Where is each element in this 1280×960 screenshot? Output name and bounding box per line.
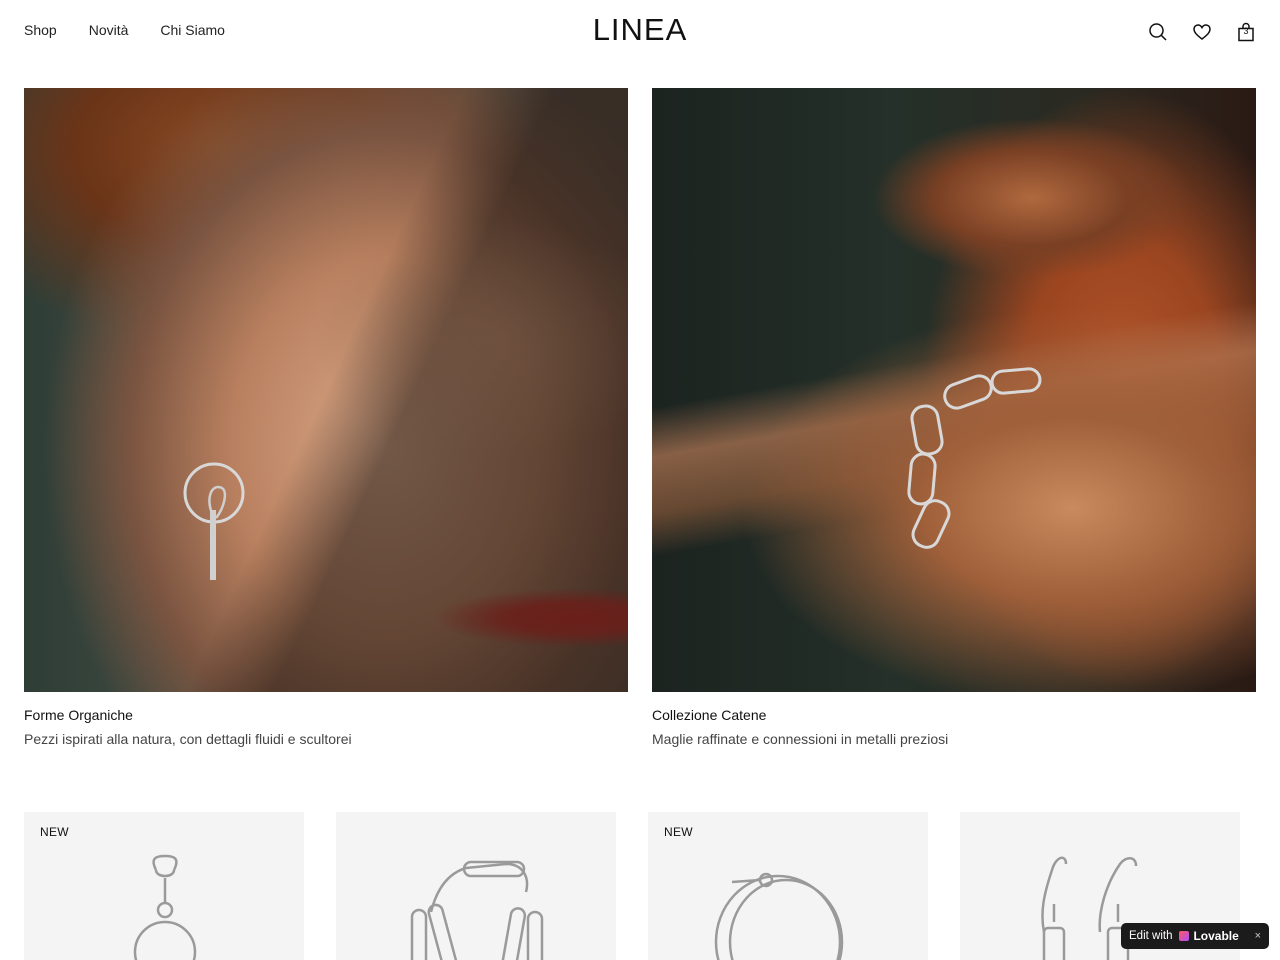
hoop-earrings-image [714,872,844,960]
collection-caption: Collezione Catene Maglie raffinate e con… [652,706,1256,748]
collection-subtitle: Pezzi ispirati alla natura, con dettagli… [24,731,352,747]
lovable-heart-icon [1179,931,1190,941]
close-icon[interactable]: × [1255,930,1261,942]
header-icons: 3 [1148,22,1256,42]
cart-button[interactable]: 3 [1236,22,1256,42]
search-icon [1149,23,1167,41]
product-card[interactable]: NEW [648,812,928,960]
earring-illustration [183,462,245,580]
heart-icon [1193,24,1211,40]
lovable-brand: Lovable [1193,929,1239,943]
main-nav: Shop Novità Chi Siamo [24,22,225,38]
collection-image-bracelet-model[interactable] [652,88,1256,692]
product-grid: NEW NEW [24,812,1240,960]
wishlist-button[interactable] [1192,22,1212,42]
site-logo[interactable]: LINEA [593,12,688,47]
collection-card-catene[interactable]: Collezione Catene Maglie raffinate e con… [652,88,1256,747]
bracelet-illustration [907,367,1042,549]
chain-bracelet-image [410,860,544,960]
collection-title[interactable]: Forme Organiche [24,706,628,724]
collection-card-forme-organiche[interactable]: Forme Organiche Pezzi ispirati alla natu… [24,88,628,747]
collection-caption: Forme Organiche Pezzi ispirati alla natu… [24,706,628,748]
collections-section: Forme Organiche Pezzi ispirati alla natu… [24,88,1256,747]
nav-shop[interactable]: Shop [24,22,57,38]
cart-count-badge: 3 [1243,26,1249,36]
circle-drop-earring-image [133,854,197,960]
site-header: Shop Novità Chi Siamo LINEA 3 [0,0,1280,64]
collection-subtitle: Maglie raffinate e connessioni in metall… [652,731,949,747]
nav-novita[interactable]: Novità [89,22,129,38]
lovable-prefix: Edit with [1129,930,1173,942]
collection-title[interactable]: Collezione Catene [652,706,1256,724]
nav-chi-siamo[interactable]: Chi Siamo [160,22,225,38]
search-button[interactable] [1148,22,1168,42]
product-card[interactable] [336,812,616,960]
edit-with-lovable-badge[interactable]: Edit with Lovable × [1121,923,1269,949]
product-card[interactable]: NEW [24,812,304,960]
collection-image-earring-model[interactable] [24,88,628,692]
